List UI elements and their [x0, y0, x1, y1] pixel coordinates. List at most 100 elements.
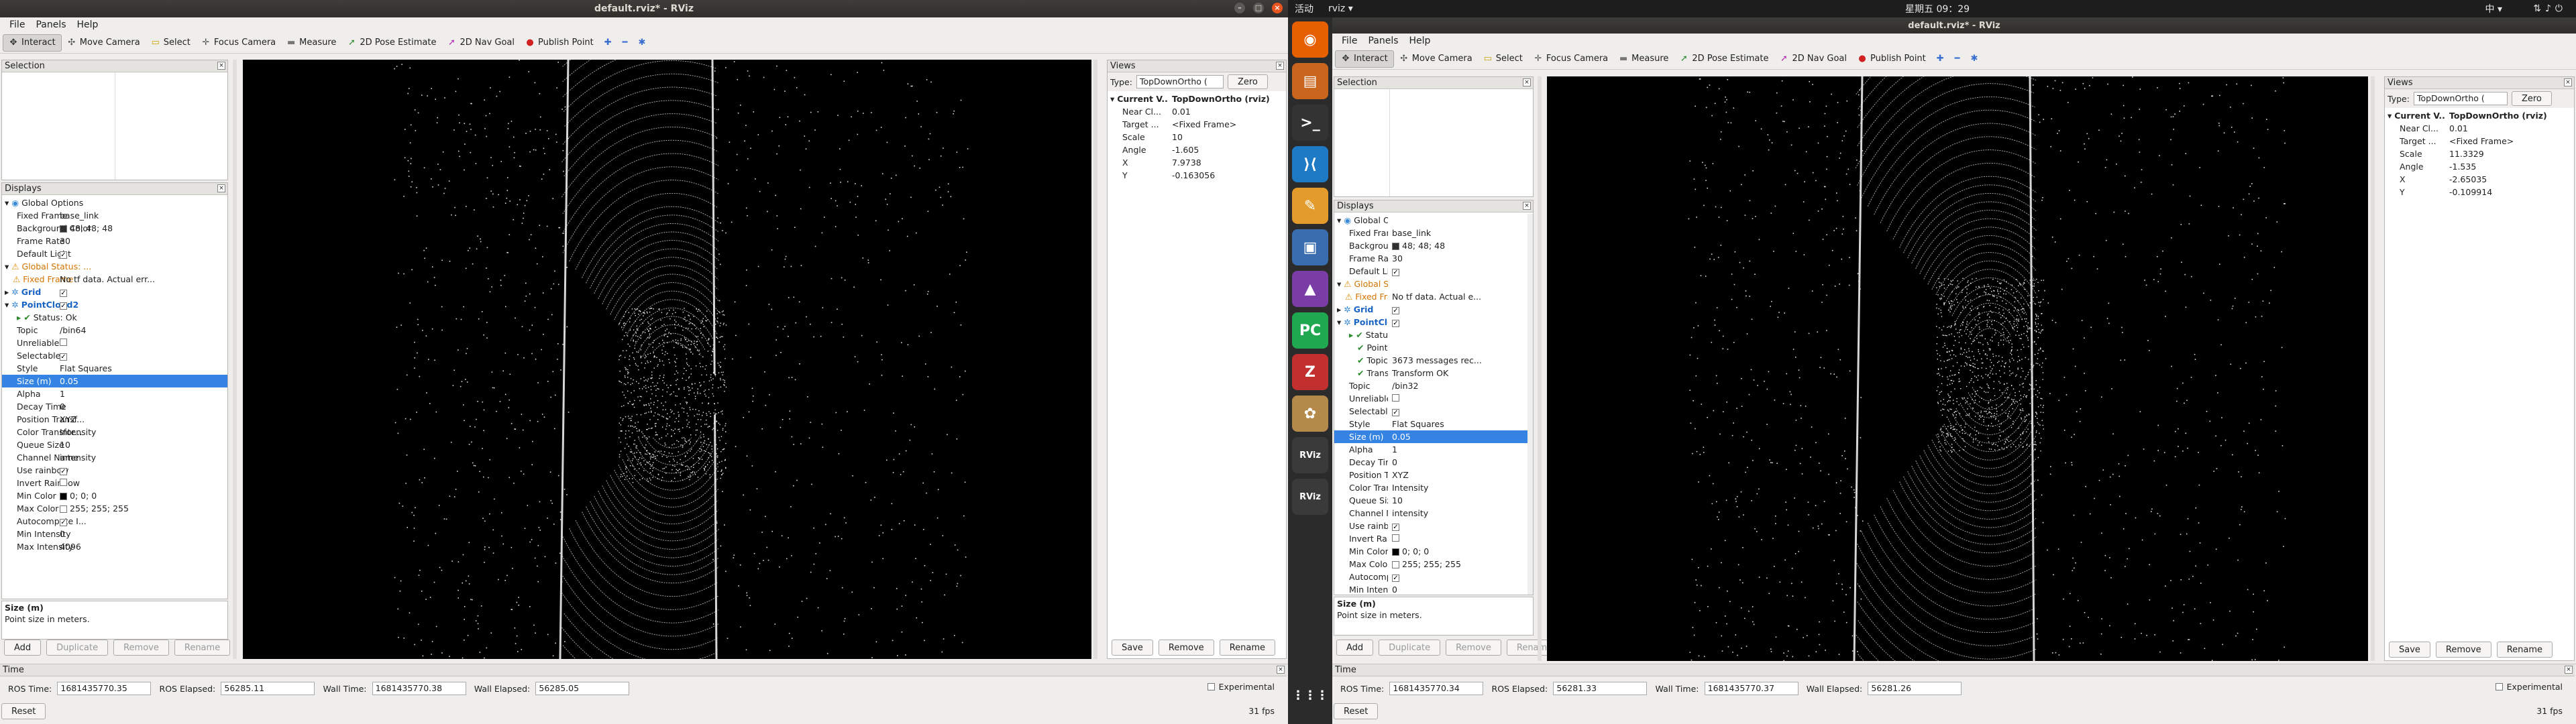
view-property-value[interactable]: -0.109914 — [2449, 187, 2571, 197]
color-swatch[interactable] — [60, 493, 67, 500]
checkbox[interactable]: ✓ — [1392, 409, 1399, 416]
property-value[interactable]: intensity — [1392, 508, 1530, 518]
property-row[interactable]: Size (m) 0.05 — [1334, 430, 1533, 443]
property-row[interactable]: Max Color 255; 255; 255 — [1334, 558, 1533, 570]
view-property-value[interactable]: -1.605 — [1172, 145, 1283, 155]
show-applications-icon[interactable]: ⋮⋮⋮ — [1292, 677, 1328, 713]
tool-select[interactable]: ▭ Select — [146, 34, 196, 52]
rviz-icon[interactable]: RViz — [1292, 437, 1328, 473]
property-value[interactable]: ✓ — [1392, 266, 1530, 276]
color-swatch[interactable] — [60, 225, 67, 233]
property-row[interactable]: Autocompute I...✓ — [1334, 570, 1533, 583]
property-row[interactable]: Frame Rate30 — [2, 235, 227, 247]
pycharm-icon[interactable]: PC — [1292, 312, 1328, 349]
checkbox[interactable]: ✓ — [60, 468, 67, 475]
tool-publish-point[interactable]: ● Publish Point — [1852, 50, 1931, 68]
property-row[interactable]: ▾ ◉ Global Options — [1334, 214, 1533, 227]
color-swatch[interactable] — [60, 505, 67, 513]
property-row[interactable]: Frame Rate30 — [1334, 252, 1533, 265]
duplicate-button[interactable]: Duplicate — [46, 640, 109, 656]
close-icon[interactable]: × — [1523, 78, 1531, 86]
property-row[interactable]: Channel Nameintensity — [2, 451, 227, 464]
property-row[interactable]: Use rainbow✓ — [1334, 520, 1533, 532]
property-row[interactable]: Fixed Framebase_link — [2, 209, 227, 222]
experimental-toggle[interactable]: Experimental — [2495, 682, 2563, 692]
view-property-value[interactable]: <Fixed Frame> — [1172, 119, 1283, 129]
property-value[interactable]: 10 — [1392, 495, 1530, 505]
property-row[interactable]: Min Intensity0 — [2, 528, 227, 540]
property-row[interactable]: ⚠ Fixed Frame No tf data. Actual err... — [2, 273, 227, 286]
property-value[interactable]: intensity — [60, 452, 225, 463]
property-value[interactable]: 48; 48; 48 — [1392, 241, 1530, 251]
property-value[interactable]: 255; 255; 255 — [60, 503, 225, 514]
tool-move-camera[interactable]: ✣ Move Camera — [1394, 50, 1478, 68]
property-value[interactable]: ✓ — [60, 351, 225, 361]
menu-file[interactable]: File — [4, 19, 30, 30]
property-value[interactable]: Flat Squares — [60, 363, 225, 373]
files-icon[interactable]: ▤ — [1292, 63, 1328, 99]
menu-file[interactable]: File — [1336, 36, 1362, 46]
view-property-value[interactable]: 7.9738 — [1172, 158, 1283, 168]
property-row[interactable]: ▸ ✲ Grid ✓ — [1334, 303, 1533, 316]
terminal-icon[interactable]: >_ — [1292, 105, 1328, 141]
tool-2d-pose-estimate[interactable]: ➚ 2D Pose Estimate — [341, 34, 441, 52]
checkbox[interactable]: ✓ — [60, 290, 67, 297]
property-row[interactable]: ▾ ⚠ Global Status: ... — [2, 260, 227, 273]
view-property-row[interactable]: Scale 11.3329 — [2385, 147, 2574, 160]
tool-focus-camera[interactable]: ✛ Focus Camera — [196, 34, 281, 52]
view-property-value[interactable]: 10 — [1172, 132, 1283, 142]
matlab-icon[interactable]: ▲ — [1292, 271, 1328, 307]
property-row[interactable]: Style Flat Squares — [2, 362, 227, 375]
property-value[interactable] — [1392, 534, 1530, 544]
property-value[interactable]: 0.05 — [60, 376, 225, 386]
tool-2d-pose-estimate[interactable]: ➚ 2D Pose Estimate — [1674, 50, 1774, 68]
experimental-checkbox[interactable] — [1207, 683, 1215, 690]
point-cloud-view[interactable] — [243, 60, 1091, 659]
view-property-row[interactable]: Near Cl... 0.01 — [2385, 122, 2574, 135]
window-titlebar[interactable]: default.rviz* - RViz — [1332, 17, 2576, 34]
system-tray[interactable]: ⇅♪⏻ — [2533, 3, 2567, 14]
point-cloud-view[interactable] — [1547, 76, 2368, 661]
wall-time-field[interactable]: 1681435770.37 — [1704, 682, 1799, 695]
close-icon[interactable]: × — [2564, 78, 2572, 86]
property-row[interactable]: ▾ ⚠ Global Status: ... — [1334, 278, 1533, 290]
wall-elapsed-field[interactable]: 56281.26 — [1868, 682, 1962, 695]
property-row[interactable]: Channel Nameintensity — [1334, 507, 1533, 520]
wall-elapsed-field[interactable]: 56285.05 — [535, 682, 630, 695]
checkbox[interactable]: ✓ — [1392, 320, 1399, 327]
expand-arrow-icon[interactable]: ▸ — [1337, 304, 1344, 314]
expand-arrow-icon[interactable]: ▾ — [1337, 317, 1344, 327]
property-value[interactable]: ✓ — [1392, 304, 1530, 314]
plus-icon[interactable]: ✚ — [1931, 50, 1949, 68]
property-value[interactable]: No tf data. Actual err... — [60, 274, 225, 284]
view-options-icon[interactable]: ✱ — [633, 34, 651, 52]
view-property-value[interactable]: <Fixed Frame> — [2449, 136, 2571, 146]
zotero-icon[interactable]: Z — [1292, 354, 1328, 390]
checkbox[interactable] — [60, 339, 67, 346]
tool-focus-camera[interactable]: ✛ Focus Camera — [1528, 50, 1613, 68]
splitter-left[interactable] — [233, 60, 237, 659]
property-value[interactable]: 0; 0; 0 — [1392, 546, 1530, 556]
property-value[interactable]: ✓ — [1392, 521, 1530, 531]
splitter-right[interactable] — [2371, 76, 2375, 661]
view-property-value[interactable]: 0.01 — [2449, 123, 2571, 133]
view-property-value[interactable]: 0.01 — [1172, 107, 1283, 117]
checkbox[interactable]: ✓ — [60, 302, 67, 310]
property-row[interactable]: Position Transf...XYZ — [1334, 469, 1533, 481]
checkbox[interactable]: ✓ — [1392, 575, 1399, 582]
firefox-icon[interactable]: ◉ — [1292, 21, 1328, 58]
expand-arrow-icon[interactable]: ▾ — [5, 198, 11, 208]
checkbox[interactable]: ✓ — [60, 519, 67, 526]
activities-button[interactable]: 活动 — [1295, 2, 1313, 15]
property-row[interactable]: Queue Size10 — [2, 438, 227, 451]
checkbox[interactable]: ✓ — [60, 353, 67, 361]
property-value[interactable]: 1 — [60, 389, 225, 399]
menu-help[interactable]: Help — [1404, 36, 1436, 46]
close-icon[interactable]: × — [217, 62, 225, 70]
save-button[interactable]: Save — [1112, 640, 1153, 656]
view-property-row[interactable]: Y -0.109914 — [2385, 186, 2574, 198]
property-value[interactable]: 0 — [60, 529, 225, 539]
property-value[interactable]: 30 — [1392, 253, 1530, 263]
vscode-icon[interactable]: ⟩⟨ — [1292, 146, 1328, 182]
property-row[interactable]: Decay Time0 — [1334, 456, 1533, 469]
